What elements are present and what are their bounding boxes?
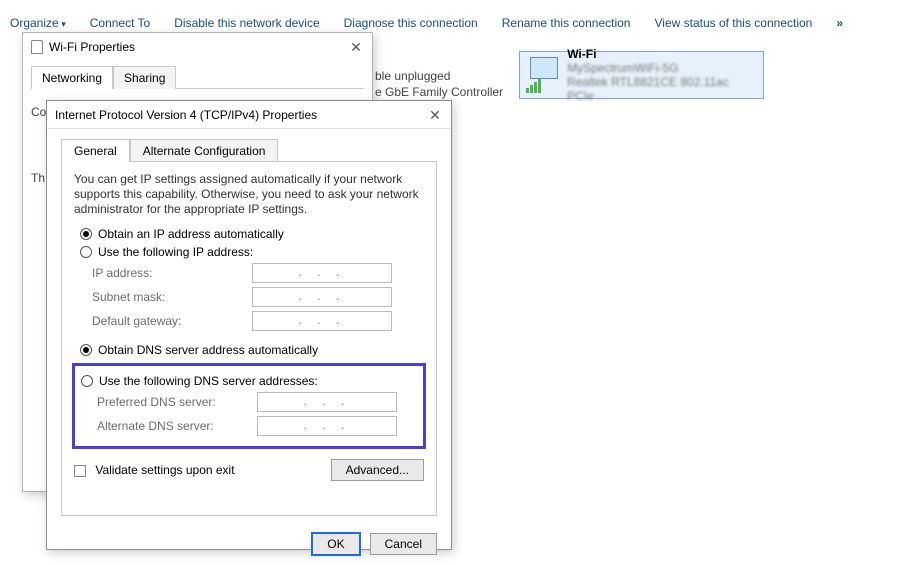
subnet-mask-label: Subnet mask: (92, 290, 252, 304)
dns-manual-highlight: Use the following DNS server addresses: … (72, 363, 426, 449)
view-status-button[interactable]: View status of this connection (654, 16, 812, 36)
default-gateway-label: Default gateway: (92, 314, 252, 328)
ip-address-input: . . . (252, 263, 392, 283)
rename-button[interactable]: Rename this connection (502, 16, 631, 36)
validate-checkbox[interactable] (74, 465, 86, 477)
radio-ip-auto-label: Obtain an IP address automatically (98, 227, 284, 241)
more-icon[interactable]: » (836, 16, 843, 36)
radio-ip-manual-label: Use the following IP address: (98, 245, 253, 259)
cancel-button[interactable]: Cancel (370, 533, 437, 555)
wifi-connection-tile[interactable]: Wi-Fi MySpectrumWiFi-5G Realtek RTL8821C… (519, 51, 764, 99)
wifi-tile-title: Wi-Fi (567, 47, 596, 61)
dialog-icon (31, 40, 43, 54)
subnet-mask-input: . . . (252, 287, 392, 307)
wifi-adapter-icon (526, 57, 561, 93)
tab-sharing[interactable]: Sharing (113, 66, 176, 89)
wifi-properties-title: Wi-Fi Properties (49, 40, 135, 54)
wifi-tile-adapter: Realtek RTL8821CE 802.11ac PCIe ... (567, 75, 757, 103)
radio-dns-auto[interactable] (80, 344, 92, 356)
radio-ip-auto[interactable] (80, 228, 92, 240)
ipv4-properties-dialog: Internet Protocol Version 4 (TCP/IPv4) P… (46, 100, 452, 550)
radio-dns-auto-label: Obtain DNS server address automatically (98, 343, 318, 357)
preferred-dns-label: Preferred DNS server: (97, 395, 257, 409)
ok-button[interactable]: OK (312, 533, 359, 555)
close-icon[interactable]: ✕ (346, 37, 366, 57)
ipv4-dialog-title: Internet Protocol Version 4 (TCP/IPv4) P… (55, 108, 317, 122)
wifi-tile-ssid: MySpectrumWiFi-5G (567, 61, 757, 75)
preferred-dns-input: . . . (257, 392, 397, 412)
tab-alternate-configuration[interactable]: Alternate Configuration (130, 139, 279, 162)
alternate-dns-input: . . . (257, 416, 397, 436)
validate-label: Validate settings upon exit (95, 463, 234, 477)
help-text: You can get IP settings assigned automat… (74, 172, 424, 217)
tab-general[interactable]: General (61, 139, 130, 162)
radio-dns-manual-label: Use the following DNS server addresses: (99, 374, 318, 388)
ip-address-label: IP address: (92, 266, 252, 280)
close-icon[interactable]: ✕ (425, 105, 445, 125)
radio-ip-manual[interactable] (80, 246, 92, 258)
tab-networking[interactable]: Networking (31, 66, 113, 89)
advanced-button[interactable]: Advanced... (331, 459, 424, 481)
alternate-dns-label: Alternate DNS server: (97, 419, 257, 433)
default-gateway-input: . . . (252, 311, 392, 331)
background-adapter-text: ble unplugged e GbE Family Controller (375, 68, 503, 100)
radio-dns-manual[interactable] (81, 375, 93, 387)
